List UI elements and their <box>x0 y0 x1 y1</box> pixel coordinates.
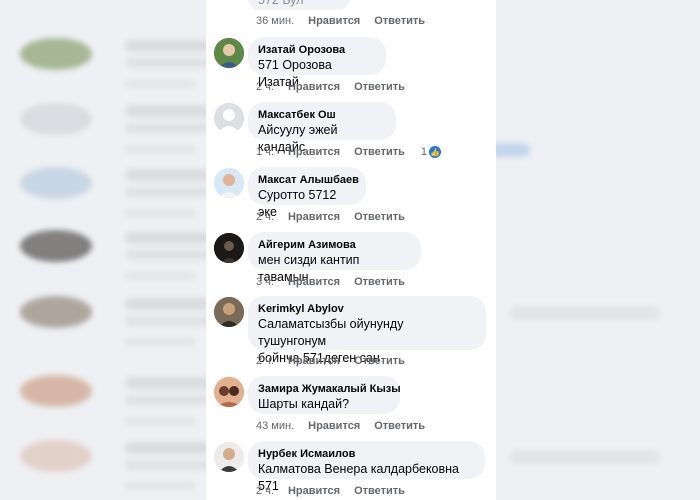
comment-author[interactable]: Изатай Орозова <box>258 43 375 57</box>
comment-bubble: Максатбек Ош Айсуулу эжей кандайс <box>248 102 396 154</box>
like-button[interactable]: Нравится <box>288 211 340 223</box>
reply-button[interactable]: Ответить <box>354 485 405 497</box>
comment-author[interactable]: Нурбек Исмаилов <box>258 447 474 461</box>
like-button[interactable]: Нравится <box>288 276 340 288</box>
comments-panel: 572 Бул 36 мин. Нравится Ответить Изатай… <box>206 0 496 500</box>
comment-bubble: Kerimkyl Abylov Саламатсызбы ойунунду ту… <box>248 296 486 365</box>
comment-author[interactable]: Kerimkyl Abylov <box>258 302 475 316</box>
comment-bubble: Нурбек Исмаилов Калматова Венера калдарб… <box>248 441 485 493</box>
reply-button[interactable]: Ответить <box>374 420 425 432</box>
comment-author[interactable]: Айгерим Азимова <box>258 238 410 252</box>
reply-button[interactable]: Ответить <box>374 15 425 27</box>
like-button[interactable]: Нравится <box>288 485 340 497</box>
avatar[interactable] <box>214 168 244 198</box>
comment-actions: 2 ч. Нравится Ответить <box>256 355 405 367</box>
comment-time[interactable]: 2 ч. <box>256 211 274 223</box>
comment-time[interactable]: 2 ч. <box>256 81 274 93</box>
reaction-count-value: 1 <box>420 146 428 158</box>
like-button[interactable]: Нравится <box>308 15 360 27</box>
comment-actions: 3 ч. Нравится Ответить <box>256 276 405 288</box>
comment-time[interactable]: 36 мин. <box>256 15 294 27</box>
avatar[interactable] <box>214 297 244 327</box>
avatar[interactable] <box>214 442 244 472</box>
comment-bubble: Замира Жумакалый Кызы Шарты кандай? <box>248 376 401 414</box>
comment-text: Шарты кандай? <box>258 397 350 411</box>
reaction-count[interactable]: 1 👍 <box>420 146 442 158</box>
avatar[interactable] <box>214 233 244 263</box>
comment-bubble: Изатай Орозова 571 Орозова Изатай <box>248 37 386 89</box>
like-button[interactable]: Нравится <box>288 81 340 93</box>
comment-actions: 2 ч. Нравится Ответить <box>256 211 405 223</box>
comment-author[interactable]: Максатбек Ош <box>258 108 385 122</box>
avatar[interactable] <box>214 38 244 68</box>
thumbs-up-icon: 👍 <box>429 146 442 158</box>
comment-bubble: Айгерим Азимова мен сизди кантип тавамын <box>248 232 421 284</box>
reply-button[interactable]: Ответить <box>354 355 405 367</box>
reply-button[interactable]: Ответить <box>354 211 405 223</box>
comment-time[interactable]: 3 ч. <box>256 276 274 288</box>
like-button[interactable]: Нравится <box>288 146 340 158</box>
comment-author[interactable]: Замира Жумакалый Кызы <box>258 382 401 396</box>
reply-button[interactable]: Ответить <box>354 146 405 158</box>
comment-time[interactable]: 2 ч. <box>256 485 274 497</box>
comment-author[interactable]: Максат Алышбаев <box>258 173 359 187</box>
comment-bubble: 572 Бул <box>248 0 350 10</box>
comment-actions: 36 мин. Нравится Ответить <box>256 15 425 27</box>
like-button[interactable]: Нравится <box>308 420 360 432</box>
reply-button[interactable]: Ответить <box>354 81 405 93</box>
like-button[interactable]: Нравится <box>288 355 340 367</box>
comment-time[interactable]: 1 ч. <box>256 146 274 158</box>
comment-actions: 2 ч. Нравится Ответить <box>256 485 405 497</box>
comment-actions: 43 мин. Нравится Ответить <box>256 420 425 432</box>
comment-actions: 1 ч. Нравится Ответить 1 👍 <box>256 146 442 158</box>
comment-time[interactable]: 43 мин. <box>256 420 294 432</box>
avatar[interactable] <box>214 377 244 407</box>
comment-bubble: Максат Алышбаев Суротто 5712 эке <box>248 167 366 219</box>
comment-time[interactable]: 2 ч. <box>256 355 274 367</box>
reply-button[interactable]: Ответить <box>354 276 405 288</box>
comment-text: 572 Бул <box>258 0 304 7</box>
comment-actions: 2 ч. Нравится Ответить <box>256 81 405 93</box>
comment-text-line: Саламатсызбы ойунунду тушунгонум <box>258 317 404 348</box>
default-avatar-icon[interactable] <box>214 103 244 133</box>
